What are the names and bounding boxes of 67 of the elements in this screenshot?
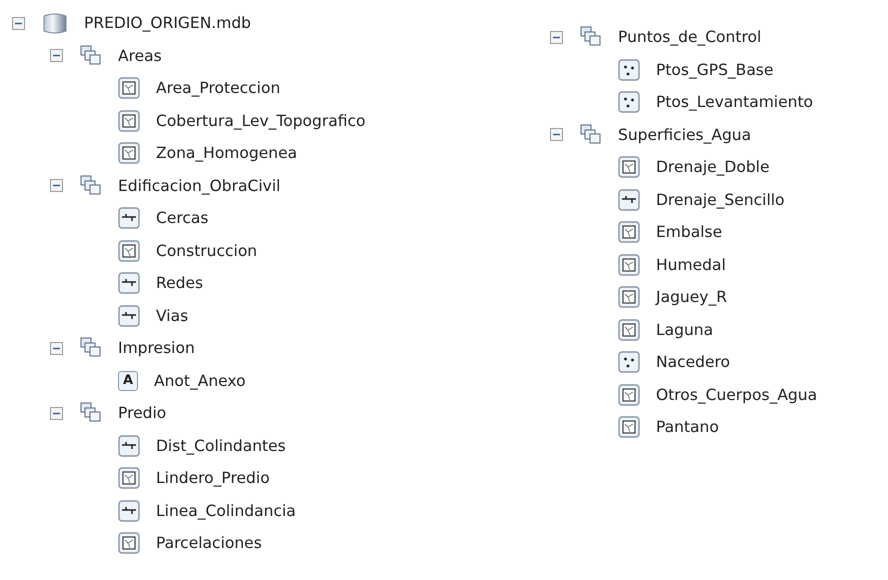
layers-icon (580, 26, 602, 48)
tree-item[interactable]: Embalse (656, 223, 722, 242)
polygon-layer-icon (618, 416, 640, 438)
tree-item[interactable]: Humedal (656, 256, 726, 274)
polygon-layer-icon (118, 532, 140, 554)
tree-item[interactable]: Jaguey_R (656, 288, 727, 306)
polygon-layer-icon (118, 467, 140, 490)
tree-item[interactable]: Areas (118, 46, 162, 65)
layers-icon (80, 402, 102, 424)
polygon-layer-icon (618, 156, 640, 178)
cylinder-icon (42, 12, 68, 34)
polygon-layer-icon (618, 254, 640, 276)
collapse-icon[interactable] (50, 406, 63, 420)
tree-item[interactable]: Impresion (118, 339, 195, 358)
line-layer-icon (118, 500, 140, 522)
point-layer-icon (618, 351, 640, 374)
polygon-layer-icon (618, 384, 640, 406)
tree-item[interactable]: Drenaje_Doble (656, 158, 770, 176)
tree-item[interactable]: PREDIO_ORIGEN.mdb (84, 14, 252, 32)
tree-item[interactable]: Parcelaciones (156, 534, 262, 552)
collapse-icon[interactable] (550, 30, 563, 44)
line-layer-icon (118, 272, 140, 294)
tree-item[interactable]: Ptos_GPS_Base (656, 60, 774, 79)
layers-icon (80, 174, 102, 197)
point-layer-icon (618, 91, 640, 114)
tree-item[interactable]: Construccion (156, 242, 258, 260)
collapse-icon[interactable] (12, 16, 25, 30)
tree-item[interactable]: Otros_Cuerpos_Agua (656, 386, 818, 404)
polygon-layer-icon (118, 142, 140, 164)
tree-item[interactable]: Nacedero (656, 353, 730, 372)
polygon-layer-icon (118, 240, 140, 262)
tree-item[interactable]: Predio (118, 404, 166, 422)
tree-item[interactable]: Superficies_Agua (618, 126, 752, 144)
tree-item[interactable]: Linea_Colindancia (156, 502, 296, 520)
layers-icon (80, 337, 102, 360)
tree-item[interactable]: Pantano (656, 418, 719, 436)
polygon-layer-icon (618, 318, 640, 341)
tree-item[interactable]: Redes (156, 274, 204, 292)
tree-item[interactable]: Dist_Colindantes (156, 436, 286, 455)
polygon-layer-icon (118, 110, 140, 132)
tree-item[interactable]: Zona_Homogenea (156, 144, 298, 162)
line-layer-icon (118, 207, 140, 230)
tree-item[interactable]: Drenaje_Sencillo (656, 190, 785, 209)
line-layer-icon (118, 434, 140, 457)
polygon-layer-icon (618, 221, 640, 244)
tree-item[interactable]: Anot_Anexo (154, 372, 246, 390)
tree-item[interactable]: Cobertura_Lev_Topografico (156, 112, 366, 130)
annotation-layer-icon: A (118, 370, 138, 391)
collapse-icon[interactable] (50, 179, 63, 192)
polygon-layer-icon (118, 77, 140, 100)
tree-item[interactable]: Laguna (656, 320, 714, 339)
layers-icon (580, 124, 602, 146)
layers-icon (80, 44, 102, 67)
collapse-icon[interactable] (50, 49, 63, 62)
polygon-layer-icon (618, 286, 640, 308)
collapse-icon[interactable] (550, 128, 563, 142)
line-layer-icon (118, 304, 140, 327)
tree-item[interactable]: Ptos_Levantamiento (656, 93, 814, 112)
tree-item[interactable]: Vias (156, 306, 188, 325)
tree-item[interactable]: Cercas (156, 209, 208, 228)
line-layer-icon (618, 188, 640, 211)
tree-item[interactable]: Puntos_de_Control (618, 28, 762, 46)
tree-item[interactable]: Edificacion_ObraCivil (118, 176, 280, 195)
point-layer-icon (618, 58, 640, 81)
collapse-icon[interactable] (50, 342, 63, 355)
tree-item[interactable]: Area_Proteccion (156, 79, 280, 98)
tree-item[interactable]: Lindero_Predio (156, 469, 270, 488)
